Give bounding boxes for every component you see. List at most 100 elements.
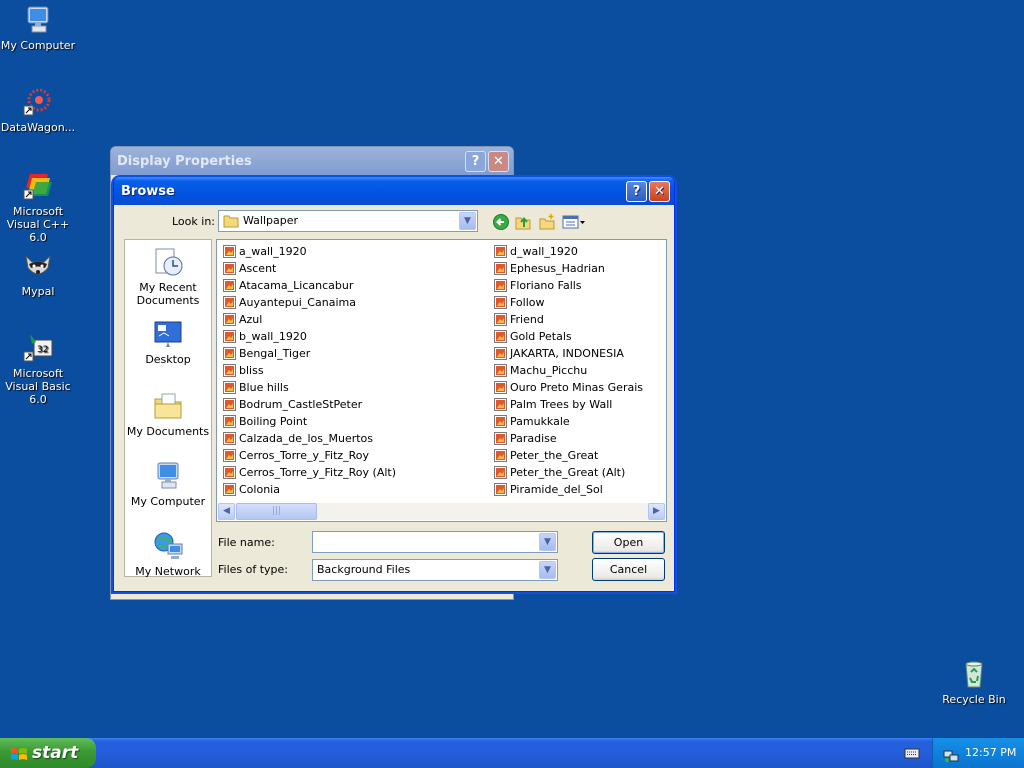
file-item[interactable]: Gold Petals: [492, 328, 643, 345]
file-item[interactable]: b_wall_1920: [221, 328, 396, 345]
file-item[interactable]: Ouro Preto Minas Gerais: [492, 379, 643, 396]
keyboard-icon[interactable]: [904, 746, 920, 760]
chevron-down-icon[interactable]: ▼: [539, 533, 556, 551]
view-menu-icon[interactable]: [562, 213, 586, 231]
new-folder-icon[interactable]: [538, 213, 556, 231]
image-file-icon: [223, 262, 236, 275]
file-item[interactable]: Bengal_Tiger: [221, 345, 396, 362]
file-item-label: Blue hills: [239, 381, 289, 394]
desktop-icon-label: Microsoft Visual Basic 6.0: [5, 367, 71, 406]
file-item[interactable]: Boiling Point: [221, 413, 396, 430]
desktop-icon-label: Microsoft Visual C++ 6.0: [6, 205, 70, 244]
place-desktop[interactable]: Desktop: [125, 318, 211, 366]
browse-title: Browse: [121, 184, 175, 199]
place-my-recent-documents[interactable]: My Recent Documents: [125, 246, 211, 307]
file-item[interactable]: Friend: [492, 311, 643, 328]
desktop-icon-my-computer[interactable]: My Computer: [0, 4, 78, 52]
file-item[interactable]: Cerros_Torre_y_Fitz_Roy (Alt): [221, 464, 396, 481]
clock[interactable]: 12:57 PM: [965, 738, 1016, 768]
look-in-dropdown[interactable]: Wallpaper ▼: [218, 210, 478, 232]
file-name-input[interactable]: ▼: [312, 531, 558, 553]
chevron-down-icon[interactable]: ▼: [459, 212, 476, 230]
place-label: Desktop: [145, 353, 191, 366]
file-item-label: b_wall_1920: [239, 330, 307, 343]
cancel-button[interactable]: Cancel: [592, 558, 665, 581]
file-item[interactable]: Calzada_de_los_Muertos: [221, 430, 396, 447]
file-item[interactable]: Ephesus_Hadrian: [492, 260, 643, 277]
image-file-icon: [223, 330, 236, 343]
up-folder-icon[interactable]: [514, 213, 532, 231]
files-of-type-label: Files of type:: [218, 563, 289, 576]
file-item[interactable]: Bodrum_CastleStPeter: [221, 396, 396, 413]
file-item[interactable]: Azul: [221, 311, 396, 328]
open-button[interactable]: Open: [592, 531, 665, 554]
file-item[interactable]: Auyantepui_Canaima: [221, 294, 396, 311]
file-item[interactable]: Ascent: [221, 260, 396, 277]
file-item[interactable]: d_wall_1920: [492, 243, 643, 260]
desktop-icon: [152, 318, 184, 350]
display-properties-help-button[interactable]: ?: [465, 151, 486, 172]
file-item-label: Piramide_del_Sol: [510, 483, 603, 496]
file-item[interactable]: Colonia: [221, 481, 396, 498]
visual-basic-icon: 32: [22, 332, 54, 364]
horizontal-scrollbar[interactable]: ◀ ||| ▶: [218, 503, 665, 520]
image-file-icon: [494, 313, 507, 326]
file-item[interactable]: JAKARTA, INDONESIA: [492, 345, 643, 362]
file-item[interactable]: Paradise: [492, 430, 643, 447]
image-file-icon: [494, 432, 507, 445]
my-computer-icon: [152, 460, 184, 492]
image-file-icon: [494, 381, 507, 394]
desktop-icon-mypal[interactable]: Mypal: [0, 250, 78, 298]
desktop-icon-visual-cpp[interactable]: Microsoft Visual C++ 6.0: [0, 170, 78, 244]
browse-help-button[interactable]: ?: [626, 181, 647, 202]
file-item-label: Boiling Point: [239, 415, 308, 428]
place-label: My Network: [135, 565, 201, 578]
image-file-icon: [223, 466, 236, 479]
file-item[interactable]: bliss: [221, 362, 396, 379]
file-item[interactable]: Floriano Falls: [492, 277, 643, 294]
desktop-icon-recycle-bin[interactable]: Recycle Bin: [934, 658, 1014, 706]
place-my-network[interactable]: My Network: [125, 530, 211, 578]
desktop-icon-visual-basic[interactable]: 32 Microsoft Visual Basic 6.0: [0, 332, 78, 406]
desktop-icon-label: Recycle Bin: [942, 693, 1006, 706]
scroll-left-button[interactable]: ◀: [218, 503, 235, 520]
image-file-icon: [223, 398, 236, 411]
place-my-computer[interactable]: My Computer: [125, 460, 211, 508]
file-item[interactable]: Follow: [492, 294, 643, 311]
network-icon[interactable]: [943, 745, 959, 762]
file-item[interactable]: Pamukkale: [492, 413, 643, 430]
file-item[interactable]: Peter_the_Great: [492, 447, 643, 464]
image-file-icon: [494, 330, 507, 343]
my-computer-icon: [22, 4, 54, 36]
file-list[interactable]: a_wall_1920 Ascent Atacama_Licancabur Auyan…: [216, 239, 667, 522]
image-file-icon: [494, 245, 507, 258]
image-file-icon: [494, 262, 507, 275]
my-documents-icon: [152, 390, 184, 422]
file-item[interactable]: Machu_Picchu: [492, 362, 643, 379]
file-item[interactable]: Atacama_Licancabur: [221, 277, 396, 294]
start-button[interactable]: start: [0, 738, 96, 768]
scrollbar-thumb[interactable]: |||: [236, 503, 317, 520]
file-item-label: a_wall_1920: [239, 245, 307, 258]
image-file-icon: [223, 432, 236, 445]
browse-titlebar[interactable]: Browse ? ✕: [114, 177, 674, 205]
image-file-icon: [223, 313, 236, 326]
browse-close-button[interactable]: ✕: [649, 181, 670, 202]
back-icon[interactable]: [492, 213, 510, 231]
file-item-label: JAKARTA, INDONESIA: [510, 347, 624, 360]
file-item[interactable]: Peter_the_Great (Alt): [492, 464, 643, 481]
file-item-label: Bodrum_CastleStPeter: [239, 398, 363, 411]
display-properties-titlebar[interactable]: Display Properties ? ✕: [111, 147, 513, 175]
file-item[interactable]: a_wall_1920: [221, 243, 396, 260]
chevron-down-icon[interactable]: ▼: [539, 561, 556, 579]
desktop-icon-datawagon[interactable]: DataWagon...: [0, 86, 78, 134]
file-item[interactable]: Palm Trees by Wall: [492, 396, 643, 413]
file-item[interactable]: Piramide_del_Sol: [492, 481, 643, 498]
scroll-right-button[interactable]: ▶: [648, 503, 665, 520]
recycle-bin-icon: [958, 658, 990, 690]
place-my-documents[interactable]: My Documents: [125, 390, 211, 438]
file-item[interactable]: Cerros_Torre_y_Fitz_Roy: [221, 447, 396, 464]
display-properties-close-button[interactable]: ✕: [488, 151, 509, 172]
files-of-type-dropdown[interactable]: Background Files ▼: [312, 559, 558, 581]
file-item[interactable]: Blue hills: [221, 379, 396, 396]
